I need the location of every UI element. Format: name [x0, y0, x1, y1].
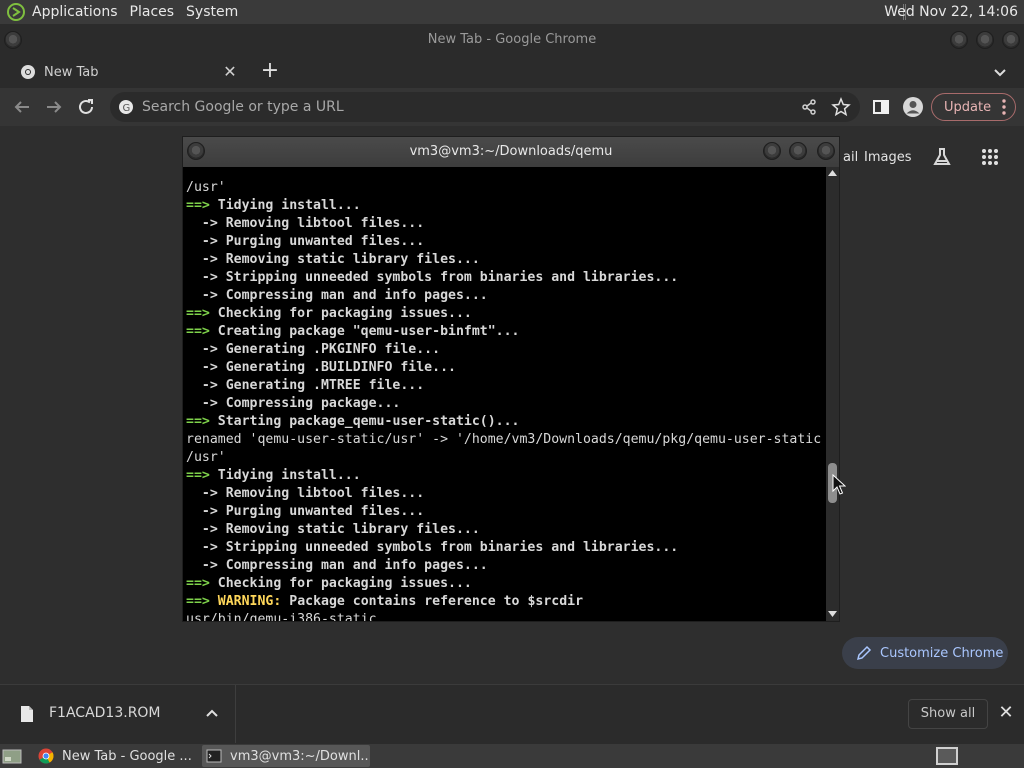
share-icon[interactable] [798, 96, 820, 118]
terminal-line: /usr' [186, 450, 226, 465]
terminal-line: -> Compressing man and info pages... [186, 558, 488, 573]
system-menu[interactable]: System [180, 0, 244, 24]
terminal-lines: /usr' ==> Tidying install... -> Removing … [186, 167, 821, 621]
gmail-link[interactable]: ail [843, 150, 858, 165]
workspace-switcher[interactable] [936, 747, 958, 765]
terminal-line: ==> Checking for packaging issues... [186, 306, 472, 321]
omnibox-placeholder: Search Google or type a URL [142, 99, 344, 115]
scroll-down-arrow-icon[interactable] [828, 610, 837, 618]
images-link[interactable]: Images [864, 150, 912, 165]
distro-logo-icon[interactable] [6, 2, 26, 22]
pencil-icon [856, 645, 872, 661]
terminal-maximize-icon[interactable] [789, 142, 807, 160]
taskbar-chrome-label: New Tab - Google ... [62, 748, 192, 764]
profile-avatar-icon[interactable] [902, 96, 924, 118]
new-tab-button[interactable]: + [258, 60, 282, 84]
terminal-window-menu-icon[interactable] [187, 142, 205, 160]
terminal-line: usr/bin/qemu-i386-static [186, 612, 377, 621]
minimize-icon[interactable] [950, 31, 968, 49]
terminal-line: -> Purging unwanted files... [186, 234, 425, 249]
terminal-line: -> Generating .BUILDINFO file... [186, 360, 456, 375]
scroll-up-arrow-icon[interactable] [828, 169, 837, 177]
terminal-line: -> Removing static library files... [186, 522, 480, 537]
chrome-app-icon [38, 748, 54, 764]
show-desktop-icon[interactable] [2, 747, 22, 765]
terminal-line: -> Removing static library files... [186, 252, 480, 267]
forward-icon[interactable] [43, 96, 65, 118]
places-menu[interactable]: Places [124, 0, 181, 24]
file-icon [21, 706, 33, 722]
terminal-line: -> Compressing package... [186, 396, 401, 411]
terminal-line: -> Purging unwanted files... [186, 504, 425, 519]
customize-label: Customize Chrome [880, 645, 1004, 661]
side-panel-icon[interactable] [870, 96, 892, 118]
panel-clock[interactable]: Wed Nov 22, 14:06 [884, 0, 1018, 24]
chrome-toolbar: G Search Google or type a URL Update [0, 88, 1024, 126]
close-window-icon[interactable] [1002, 31, 1020, 49]
terminal-line: ==> Checking for packaging issues... [186, 576, 472, 591]
shelf-close-icon[interactable]: ✕ [996, 703, 1016, 723]
terminal-line: ==> Tidying install... [186, 198, 361, 213]
tab-new-tab[interactable]: New Tab ✕ [8, 56, 248, 88]
terminal-line: ==> Creating package "qemu-user-binfmt".… [186, 324, 520, 339]
terminal-line: ==> WARNING: Package contains reference … [186, 594, 584, 609]
terminal-titlebar[interactable]: vm3@vm3:~/Downloads/qemu [183, 137, 839, 167]
terminal-line: -> Compressing man and info pages... [186, 288, 488, 303]
tab-strip: New Tab ✕ + [0, 56, 1024, 88]
chrome-window-title: New Tab - Google Chrome [427, 32, 597, 47]
terminal-scrollbar[interactable] [826, 167, 839, 621]
bookmark-star-icon[interactable] [830, 96, 852, 118]
terminal-line: -> Removing libtool files... [186, 486, 425, 501]
omnibox[interactable]: G Search Google or type a URL [110, 92, 860, 122]
chevron-up-icon[interactable] [205, 707, 219, 719]
window-menu-icon[interactable] [4, 31, 22, 49]
terminal-line: ==> Tidying install... [186, 468, 361, 483]
terminal-line: -> Generating .MTREE file... [186, 378, 425, 393]
terminal-minimize-icon[interactable] [763, 142, 781, 160]
terminal-line: /usr' [186, 180, 226, 195]
taskbar-terminal-label: vm3@vm3:~/Downl... [230, 748, 370, 764]
download-shelf: F1ACAD13.ROM Show all ✕ [0, 684, 1024, 744]
taskbar: New Tab - Google ... vm3@vm3:~/Downl... [0, 744, 1024, 768]
terminal-line: -> Generating .PKGINFO file... [186, 342, 441, 357]
terminal-window[interactable]: vm3@vm3:~/Downloads/qemu /usr' ==> Tidyin… [182, 136, 840, 622]
google-g-icon: G [119, 100, 133, 114]
terminal-line: -> Stripping unneeded symbols from binar… [186, 540, 679, 555]
back-icon[interactable] [11, 96, 33, 118]
more-vert-icon[interactable] [1001, 98, 1007, 116]
top-panel: Applications Places System Wed Nov 22, 1… [0, 0, 1024, 24]
terminal-line: ==> Starting package_qemu-user-static().… [186, 414, 520, 429]
labs-flask-icon[interactable] [931, 146, 953, 168]
chrome-favicon-icon [21, 65, 35, 79]
update-label: Update [944, 99, 992, 115]
terminal-close-icon[interactable] [817, 142, 835, 160]
mouse-pointer-icon [832, 474, 846, 495]
taskbar-item-terminal[interactable]: vm3@vm3:~/Downl... [202, 745, 370, 767]
reload-icon[interactable] [75, 96, 97, 118]
terminal-line: -> Removing libtool files... [186, 216, 425, 231]
tab-title: New Tab [44, 64, 99, 80]
update-button[interactable]: Update [931, 93, 1016, 121]
terminal-line: renamed 'qemu-user-static/usr' -> '/home… [186, 432, 822, 447]
taskbar-item-chrome[interactable]: New Tab - Google ... [34, 745, 196, 767]
customize-chrome-button[interactable]: Customize Chrome [842, 637, 1008, 669]
download-filename: F1ACAD13.ROM [49, 705, 161, 721]
terminal-app-icon [206, 749, 222, 763]
svg-text:G: G [123, 103, 131, 114]
maximize-icon[interactable] [976, 31, 994, 49]
terminal-title: vm3@vm3:~/Downloads/qemu [409, 144, 613, 159]
tab-search-chevron-icon[interactable] [990, 62, 1010, 82]
applications-menu[interactable]: Applications [26, 0, 124, 24]
chrome-titlebar[interactable]: New Tab - Google Chrome [0, 24, 1024, 56]
google-apps-icon[interactable] [980, 147, 1000, 167]
terminal-line: -> Stripping unneeded symbols from binar… [186, 270, 679, 285]
tab-close-icon[interactable]: ✕ [220, 62, 240, 82]
show-all-button[interactable]: Show all [908, 699, 988, 729]
download-item[interactable]: F1ACAD13.ROM [0, 685, 236, 743]
terminal-output[interactable]: /usr' ==> Tidying install... -> Removing … [185, 167, 826, 621]
